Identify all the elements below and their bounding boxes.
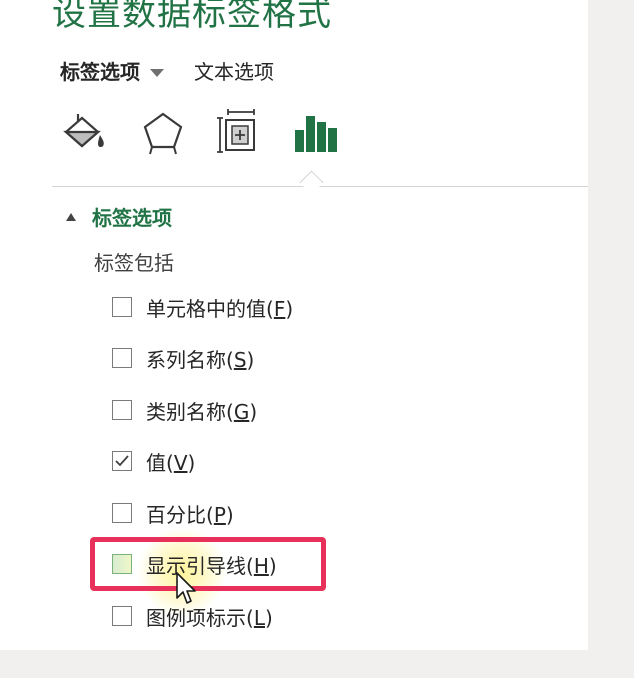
checkbox-value-from-cells[interactable] [112,297,132,317]
option-legend-key[interactable]: 图例项标示(L) [112,602,273,630]
collapse-triangle-icon [66,212,76,221]
checkbox-legend-key[interactable] [112,606,132,626]
option-percentage[interactable]: 百分比(P) [112,499,234,527]
section-label-options-header[interactable]: 标签选项 [66,202,172,231]
pane-title: 设置数据标签格式 [52,0,332,34]
section-title: 标签选项 [92,206,172,230]
checkbox-value[interactable] [112,451,132,471]
option-category-name[interactable]: 类别名称(G) [112,396,257,424]
size-properties-icon[interactable] [214,108,264,158]
checkmark-icon [115,455,129,467]
pane-tabs: 标签选项 文本选项 [60,56,274,85]
checkbox-series-name[interactable] [112,348,132,368]
label-contains-heading: 标签包括 [94,251,174,275]
format-data-labels-pane: 设置数据标签格式 标签选项 文本选项 标签选项 标签包括 单元格中的值(F) 系… [0,0,588,650]
option-series-name[interactable]: 系列名称(S) [112,344,254,372]
checkbox-percentage[interactable] [112,503,132,523]
selected-category-notch [299,170,324,195]
option-show-leader-lines[interactable]: 显示引导线(H) [112,550,277,578]
effects-pentagon-icon[interactable] [138,108,188,158]
fill-line-icon[interactable] [60,108,110,158]
tab-divider [52,186,588,187]
screen: 设置数据标签格式 标签选项 文本选项 标签选项 标签包括 单元格中的值(F) 系… [0,0,634,678]
label-options-bar-chart-icon[interactable] [290,108,340,158]
tab-dropdown-caret-icon[interactable] [150,68,164,77]
option-value-from-cells[interactable]: 单元格中的值(F) [112,293,293,321]
checkbox-category-name[interactable] [112,400,132,420]
tab-text-options[interactable]: 文本选项 [194,56,274,85]
tab-label-options[interactable]: 标签选项 [60,56,140,85]
option-value[interactable]: 值(V) [112,447,195,475]
checkbox-show-leader-lines[interactable] [112,554,132,574]
